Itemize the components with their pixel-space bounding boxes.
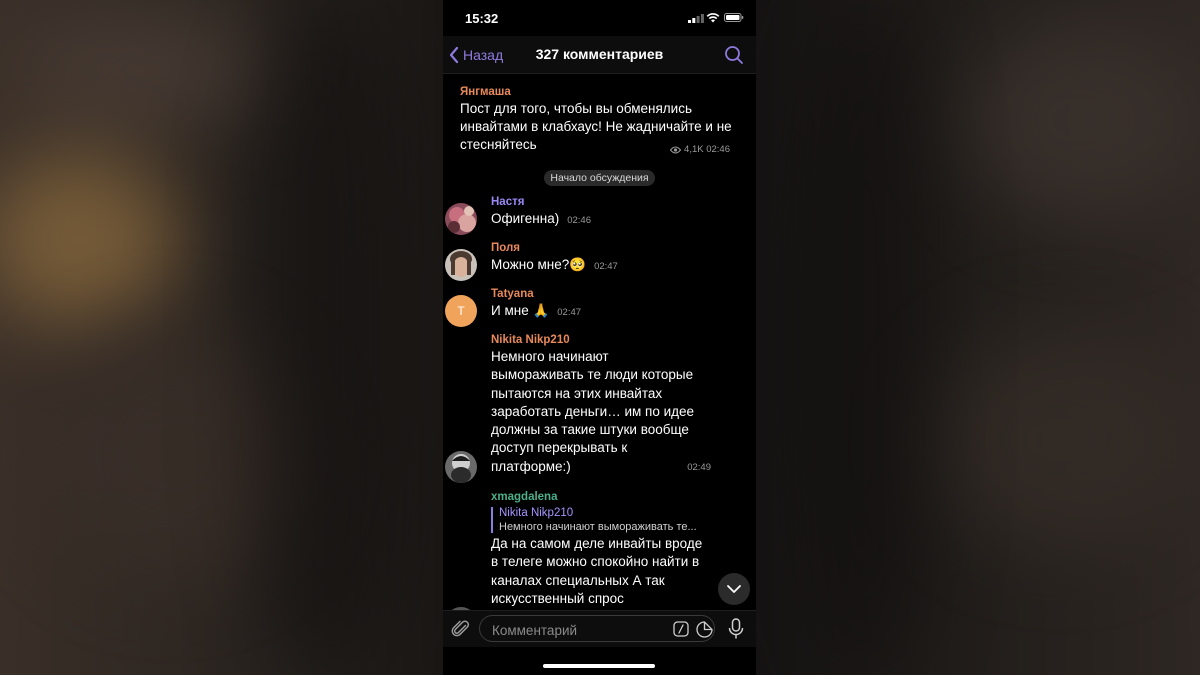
- comment-text: И мне 🙏: [491, 303, 550, 318]
- wifi-icon: [706, 13, 720, 23]
- comment-text: Офигенна): [491, 211, 560, 226]
- comment-author[interactable]: Tatyana: [491, 288, 731, 300]
- avatar-initial: T: [457, 304, 465, 318]
- comment-time: 02:47: [557, 307, 582, 318]
- comment-input-bar: [443, 610, 756, 647]
- comment-author[interactable]: Поля: [491, 242, 731, 254]
- page-title: 327 комментариев: [535, 46, 664, 62]
- comment-text: Немного начинают вымораживать те люди ко…: [491, 349, 695, 474]
- reply-author: Nikita Nikp210: [499, 507, 574, 519]
- top-navigation-bar: Назад 327 комментариев: [443, 36, 756, 74]
- comment-time: 02:49: [687, 461, 711, 473]
- avatar[interactable]: [445, 249, 477, 281]
- signal-icon: [688, 14, 704, 23]
- comment-author[interactable]: Настя: [491, 196, 731, 208]
- comment-time: 02:47: [594, 261, 618, 272]
- post-time: 02:46: [706, 144, 730, 155]
- comment-text: Да на самом деле инвайты вроде в телеге …: [491, 536, 703, 606]
- chevron-down-icon: [727, 585, 741, 593]
- home-indicator[interactable]: [543, 664, 655, 668]
- sticker-icon[interactable]: [696, 621, 713, 638]
- post-meta: 4,1K 02:46: [670, 144, 730, 155]
- comment-field[interactable]: [479, 615, 715, 642]
- avatar[interactable]: [445, 203, 477, 235]
- scroll-to-bottom-button[interactable]: [718, 573, 750, 605]
- post-author: Янгмаша: [460, 86, 511, 98]
- status-bar: 15:32: [443, 0, 756, 36]
- battery-icon: [724, 13, 744, 22]
- paperclip-icon[interactable]: [451, 619, 471, 639]
- comment-time: 02:46: [567, 215, 591, 226]
- avatar[interactable]: T: [445, 295, 477, 327]
- phone-screen: 15:32 Назад 327 комментариев Янгмаша Пос…: [443, 0, 756, 675]
- search-icon[interactable]: [724, 45, 744, 65]
- comment-input[interactable]: [490, 620, 664, 640]
- comment-text: Можно мне?🥺: [491, 257, 587, 272]
- reply-quote[interactable]: Nikita Nikp210 Немного начинают выморажи…: [491, 507, 721, 533]
- reply-text: Немного начинают вымораживать те...: [499, 521, 697, 533]
- avatar[interactable]: [445, 451, 477, 483]
- comment-author[interactable]: xmagdalena: [491, 491, 721, 503]
- divider-label: Начало обсуждения: [544, 170, 655, 186]
- discussion-start-divider: Начало обсуждения: [443, 168, 756, 186]
- channel-post: Янгмаша Пост для того, чтобы вы обменяли…: [460, 86, 740, 155]
- post-views: 4,1K: [684, 144, 704, 155]
- command-icon[interactable]: [673, 621, 689, 637]
- comment-author[interactable]: Nikita Nikp210: [491, 334, 711, 346]
- microphone-icon[interactable]: [727, 618, 745, 640]
- eye-icon: [670, 146, 682, 153]
- status-time: 15:32: [465, 11, 499, 26]
